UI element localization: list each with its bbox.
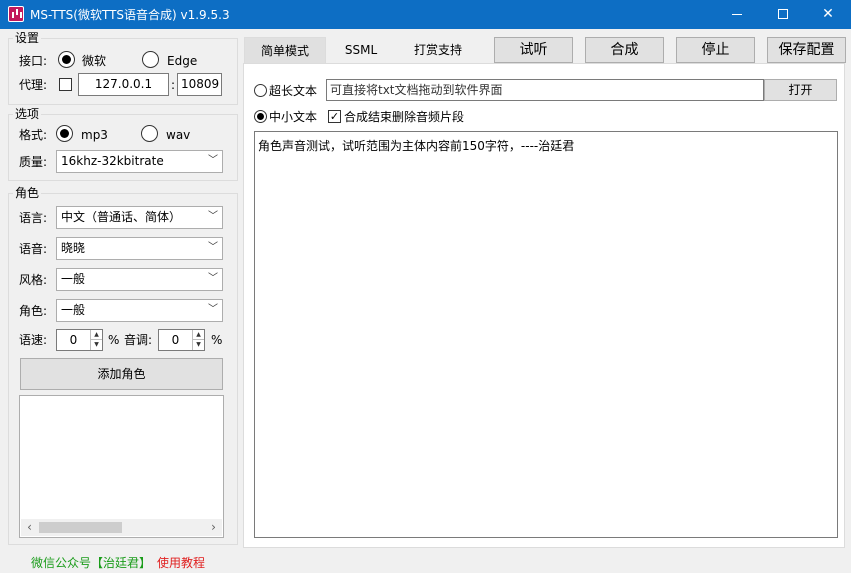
rate-down-icon[interactable]: ▼ (90, 340, 102, 350)
long-text-path-input[interactable]: 可直接将txt文档拖动到软件界面 (326, 79, 764, 101)
chevron-down-icon: ﹀ (208, 242, 218, 253)
scrollbar-thumb[interactable] (39, 522, 122, 533)
voice-value: 晓晓 (61, 241, 86, 255)
rate-up-icon[interactable]: ▲ (90, 330, 102, 340)
rate-stepper[interactable]: 0 ▲ ▼ (56, 329, 103, 351)
short-text-label[interactable]: 中小文本 (269, 109, 317, 125)
window-title: MS-TTS(微软TTS语音合成) v1.9.5.3 (30, 8, 230, 22)
synthesize-button[interactable]: 合成 (585, 37, 664, 63)
minimize-icon (732, 13, 742, 15)
format-radio-wav[interactable] (141, 125, 158, 142)
add-role-button[interactable]: 添加角色 (20, 358, 223, 390)
proxy-separator: : (171, 78, 176, 92)
interface-radio-edge[interactable] (142, 51, 159, 68)
role-group-title: 角色 (13, 186, 42, 200)
app-icon (8, 6, 24, 22)
interface-option-edge[interactable]: Edge (167, 53, 197, 69)
open-file-button[interactable]: 打开 (764, 79, 837, 101)
proxy-label: 代理: (19, 78, 48, 92)
minimize-button[interactable] (714, 0, 760, 29)
interface-label: 接口: (19, 54, 48, 68)
close-button[interactable]: ✕ (805, 0, 851, 29)
style-select[interactable]: 一般 ﹀ (56, 268, 223, 291)
maximize-button[interactable] (760, 0, 806, 29)
proxy-host-input[interactable]: 127.0.0.1 (78, 73, 169, 96)
quality-value: 16khz-32kbitrate (61, 154, 164, 168)
maximize-icon (778, 9, 788, 19)
pitch-label: 音调: (124, 333, 153, 347)
proxy-checkbox[interactable] (59, 78, 72, 91)
rate-value[interactable]: 0 (57, 330, 90, 350)
language-select[interactable]: 中文（普通话、简体） ﹀ (56, 206, 223, 229)
role-list-scrollbar[interactable]: ‹ › (21, 519, 222, 536)
short-text-radio[interactable] (254, 110, 267, 123)
chevron-down-icon: ﹀ (208, 211, 218, 222)
long-text-radio[interactable] (254, 84, 267, 97)
quality-label: 质量: (19, 155, 48, 169)
tab-ssml[interactable]: SSML (330, 37, 392, 63)
style-label: 风格: (19, 273, 48, 287)
delete-fragments-checkbox[interactable]: ✓ (328, 110, 341, 123)
delete-fragments-label[interactable]: 合成结束删除音频片段 (344, 109, 464, 125)
format-radio-mp3[interactable] (56, 125, 73, 142)
pitch-down-icon[interactable]: ▼ (192, 340, 204, 350)
editor-text[interactable]: 角色声音测试，试听范围为主体内容前150字符，----治廷君 (258, 139, 574, 153)
text-editor[interactable]: 角色声音测试，试听范围为主体内容前150字符，----治廷君 (254, 131, 838, 538)
chevron-down-icon: ﹀ (208, 304, 218, 315)
role-value: 一般 (61, 303, 86, 317)
format-option-wav[interactable]: wav (166, 127, 190, 143)
format-label: 格式: (19, 128, 48, 142)
title-bar: MS-TTS(微软TTS语音合成) v1.9.5.3 ✕ (0, 0, 851, 29)
rate-label: 语速: (19, 333, 48, 347)
rate-unit: % (108, 333, 120, 347)
pitch-up-icon[interactable]: ▲ (192, 330, 204, 340)
interface-option-microsoft[interactable]: 微软 (82, 53, 106, 69)
style-value: 一般 (61, 272, 86, 286)
tab-simple-mode[interactable]: 简单模式 (244, 37, 326, 63)
language-value: 中文（普通话、简体） (61, 210, 182, 224)
chevron-down-icon: ﹀ (208, 273, 218, 284)
long-text-label[interactable]: 超长文本 (269, 83, 317, 99)
settings-group-title: 设置 (13, 31, 42, 45)
role-label: 角色: (19, 304, 48, 318)
close-icon: ✕ (822, 6, 834, 22)
chevron-down-icon: ﹀ (208, 155, 218, 166)
scroll-left-icon[interactable]: ‹ (21, 519, 38, 536)
format-option-mp3[interactable]: mp3 (81, 127, 108, 143)
save-config-button[interactable]: 保存配置 (767, 37, 846, 63)
role-list[interactable]: ‹ › (19, 395, 224, 538)
listen-button[interactable]: 试听 (494, 37, 573, 63)
tab-donate[interactable]: 打赏支持 (400, 37, 476, 63)
pitch-unit: % (211, 333, 223, 347)
language-label: 语言: (19, 211, 48, 225)
interface-radio-microsoft[interactable] (58, 51, 75, 68)
pitch-stepper[interactable]: 0 ▲ ▼ (158, 329, 205, 351)
wechat-link[interactable]: 微信公众号【治廷君】 (31, 554, 151, 571)
quality-select[interactable]: 16khz-32kbitrate ﹀ (56, 150, 223, 173)
checkmark-icon: ✓ (329, 110, 340, 123)
proxy-port-input[interactable]: 10809 (177, 73, 222, 96)
pitch-value[interactable]: 0 (159, 330, 192, 350)
voice-label: 语音: (19, 242, 48, 256)
options-group-title: 选项 (13, 107, 42, 121)
scroll-right-icon[interactable]: › (205, 519, 222, 536)
tutorial-link[interactable]: 使用教程 (157, 554, 205, 571)
stop-button[interactable]: 停止 (676, 37, 755, 63)
voice-select[interactable]: 晓晓 ﹀ (56, 237, 223, 260)
role-select[interactable]: 一般 ﹀ (56, 299, 223, 322)
